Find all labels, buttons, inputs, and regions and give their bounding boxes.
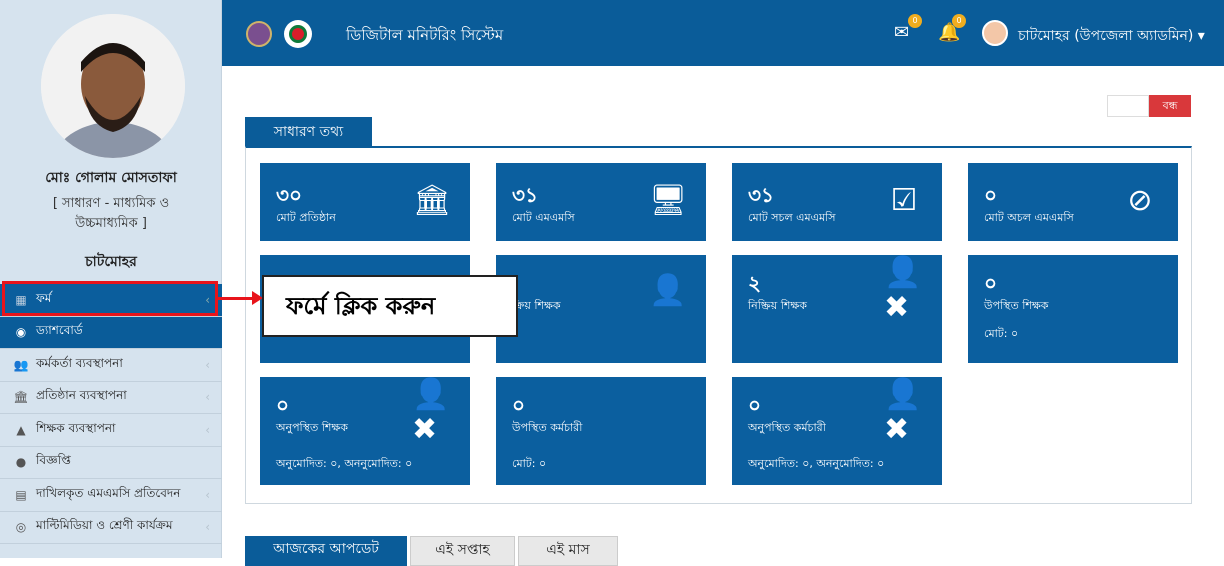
toggle-off-side xyxy=(1107,95,1149,117)
sidebar-item-label: প্রতিষ্ঠান ব্যবস্থাপনা xyxy=(36,388,127,403)
sidebar-item-multimedia[interactable]: ◎ মাল্টিমিডিয়া ও শ্রেণী কার্যক্রম ‹ xyxy=(0,512,222,544)
stat-label: মোট এমএমসি xyxy=(512,211,575,224)
notification-badge: 0 xyxy=(952,14,966,28)
stat-label: অনুপস্থিত শিক্ষক xyxy=(276,421,349,434)
sidebar-item-label: ড্যাশবোর্ড xyxy=(36,323,83,338)
users-icon: 👥 xyxy=(13,357,29,372)
stat-card[interactable]: ০ অনুপস্থিত শিক্ষক অনুমোদিত: ০, অননুমোদিত:… xyxy=(260,377,470,485)
stat-label: অনুপস্থিত কর্মচারী xyxy=(748,421,826,434)
stat-card[interactable]: ৩০ মোট প্রতিষ্ঠান 🏛 xyxy=(260,163,470,241)
highlight-box xyxy=(2,281,218,316)
id-card-icon: ▤ xyxy=(15,487,27,502)
toggle-on-side: বন্ধ xyxy=(1149,95,1191,117)
sidebar: মোঃ গোলাম মোসতাফা [ সাধারণ - মাধ্যমিক ও … xyxy=(0,0,222,558)
sidebar-item-mmc-reports[interactable]: ▤ দাখিলকৃত এমএমসি প্রতিবেদন ‹ xyxy=(0,479,222,512)
user-avatar[interactable] xyxy=(982,20,1008,46)
target-icon: ◎ xyxy=(15,520,27,535)
stat-label: মোট প্রতিষ্ঠান xyxy=(276,211,336,224)
user-x-icon: 👤✖ xyxy=(884,255,922,325)
instruction-callout: ফর্মে ক্লিক করুন xyxy=(262,275,518,337)
user-icon: 👤 xyxy=(649,272,687,308)
user-name: চাটমোহর (উপজেলা অ্যাডমিন) xyxy=(1018,28,1194,44)
profile-upazila: চাটমোহর xyxy=(85,254,137,270)
chevron-left-icon: ‹ xyxy=(205,487,210,502)
dashboard-icon: ◉ xyxy=(15,325,27,340)
a2i-logo xyxy=(246,21,272,47)
comment-icon: ● xyxy=(15,455,27,470)
chevron-left-icon: ‹ xyxy=(205,422,210,437)
arrow-line xyxy=(218,297,256,300)
stat-subtext: মোট: ০ xyxy=(512,457,547,470)
tab-today[interactable]: আজকের আপডেট xyxy=(245,536,407,566)
profile-role: [ সাধারণ - মাধ্যমিক ও উচ্চমাধ্যমিক ] xyxy=(52,196,170,231)
sidebar-item-label: কর্মকর্তা ব্যবস্থাপনা xyxy=(36,355,123,370)
user-menu[interactable]: চাটমোহর (উপজেলা অ্যাডমিন) ▾ xyxy=(1018,24,1205,48)
status-toggle[interactable]: বন্ধ xyxy=(1107,95,1191,117)
stat-card[interactable]: ৩১ মোট এমএমসি 🖥 xyxy=(496,163,706,241)
stat-label: ক্রিয় শিক্ষক xyxy=(512,299,561,312)
checkbox-icon: ☑ xyxy=(890,182,918,218)
chevron-down-icon: ▾ xyxy=(1197,28,1205,44)
profile-photo xyxy=(41,14,185,158)
stat-subtext: অনুমোদিত: ০, অননুমোদিত: ০ xyxy=(748,457,885,470)
stat-card[interactable]: ০ অনুপস্থিত কর্মচারী অনুমোদিত: ০, অননুমোদি… xyxy=(732,377,942,485)
stat-card[interactable]: ক্রিয় শিক্ষক 👤 xyxy=(496,255,706,363)
chevron-left-icon: ‹ xyxy=(205,357,210,372)
ban-icon: ⊘ xyxy=(1127,182,1153,218)
app-title: ডিজিটাল মনিটরিং সিস্টেম xyxy=(346,26,504,44)
stat-card[interactable]: ২ নিষ্ক্রিয় শিক্ষক 👤✖ xyxy=(732,255,942,363)
stat-card[interactable]: ০ উপস্থিত শিক্ষক মোট: ০ xyxy=(968,255,1178,363)
sidebar-item-label: শিক্ষক ব্যবস্থাপনা xyxy=(36,420,116,435)
chevron-left-icon: ‹ xyxy=(205,390,210,405)
stat-card[interactable]: ০ মোট অচল এমএমসি ⊘ xyxy=(968,163,1178,241)
stat-label: উপস্থিত কর্মচারী xyxy=(512,421,583,434)
user-x-icon: 👤✖ xyxy=(412,377,450,447)
tab-this-month[interactable]: এই মাস xyxy=(518,536,618,566)
stat-card[interactable]: ০ উপস্থিত কর্মচারী মোট: ০ xyxy=(496,377,706,485)
bangladesh-govt-logo xyxy=(284,20,312,48)
top-navbar: ডিজিটাল মনিটরিং সিস্টেম ✉ 0 🔔 0 চাটমোহর … xyxy=(222,0,1224,66)
sidebar-item-label: মাল্টিমিডিয়া ও শ্রেণী কার্যক্রম xyxy=(36,518,173,533)
stat-label: নিষ্ক্রিয় শিক্ষক xyxy=(748,299,807,312)
tab-general-info[interactable]: সাধারণ তথ্য xyxy=(245,117,372,147)
mail-badge: 0 xyxy=(908,14,922,28)
tab-this-week[interactable]: এই সপ্তাহ xyxy=(410,536,515,566)
mail-icon[interactable]: ✉ xyxy=(894,22,909,43)
stat-subtext: অনুমোদিত: ০, অননুমোদিত: ০ xyxy=(276,457,413,470)
profile-name: মোঃ গোলাম মোসতাফা xyxy=(45,170,177,186)
stat-label: মোট সচল এমএমসি xyxy=(748,211,836,224)
sidebar-item-teachers[interactable]: ▲ শিক্ষক ব্যবস্থাপনা ‹ xyxy=(0,414,222,447)
sidebar-item-dashboard[interactable]: ◉ ড্যাশবোর্ড xyxy=(0,316,222,349)
user-x-icon: 👤✖ xyxy=(884,377,922,447)
stat-label: উপস্থিত শিক্ষক xyxy=(984,299,1049,312)
sidebar-item-institutions[interactable]: 🏛 প্রতিষ্ঠান ব্যবস্থাপনা ‹ xyxy=(0,382,222,414)
monitor-icon: 🖥 xyxy=(648,182,688,218)
stat-label: মোট অচল এমএমসি xyxy=(984,211,1074,224)
chevron-left-icon: ‹ xyxy=(205,520,210,535)
sidebar-item-notices[interactable]: ● বিজ্ঞপ্তি xyxy=(0,447,222,479)
teacher-icon: ▲ xyxy=(16,422,26,437)
sidebar-item-label: বিজ্ঞপ্তি xyxy=(36,453,71,468)
sidebar-item-label: দাখিলকৃত এমএমসি প্রতিবেদন xyxy=(36,485,181,500)
stat-card[interactable]: ৩১ মোট সচল এমএমসি ☑ xyxy=(732,163,942,241)
sidebar-menu: ▦ ফর্ম ‹ ◉ ড্যাশবোর্ড 👥 কর্মকর্তা ব্যবস্… xyxy=(0,284,222,544)
stat-subtext: মোট: ০ xyxy=(984,327,1019,340)
institution-icon: 🏛 xyxy=(13,390,29,405)
bank-icon: 🏛 xyxy=(412,182,452,218)
sidebar-item-officers[interactable]: 👥 কর্মকর্তা ব্যবস্থাপনা ‹ xyxy=(0,349,222,382)
